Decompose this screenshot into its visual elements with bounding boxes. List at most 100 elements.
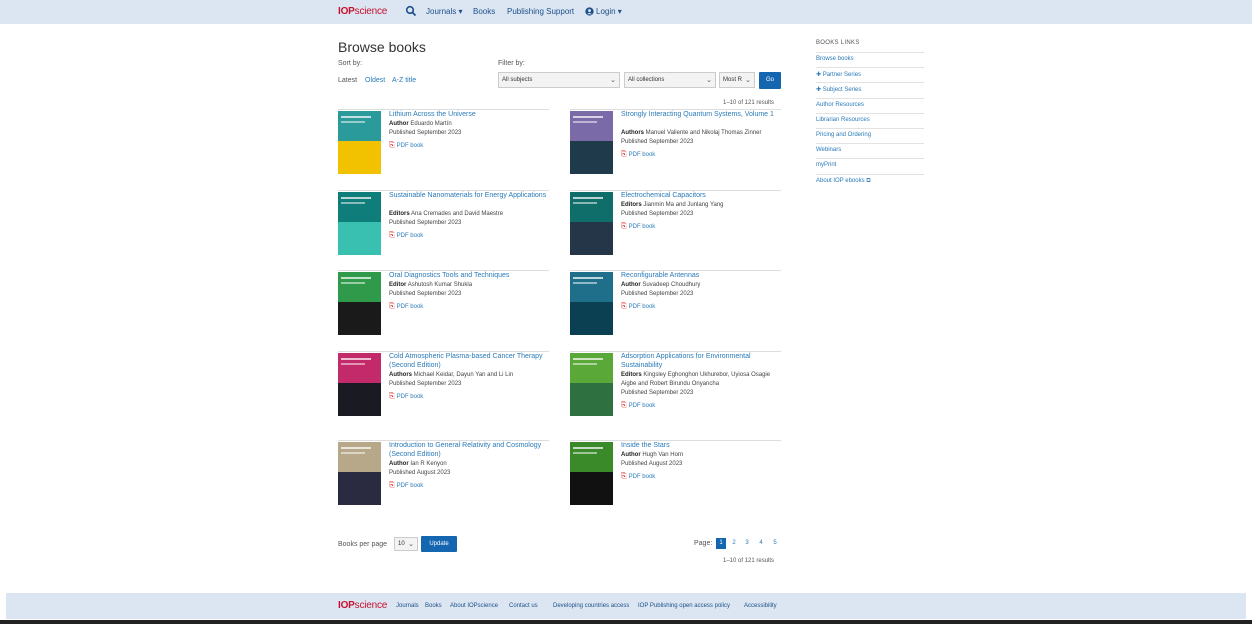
book-card: Strongly Interacting Quantum Systems, Vo…	[570, 109, 781, 189]
go-button[interactable]: Go	[759, 72, 781, 89]
pdf-book-link[interactable]: ⎘ PDF book	[621, 223, 655, 231]
collections-select[interactable]: All collections ⌄	[624, 72, 716, 88]
book-cover[interactable]	[338, 111, 381, 174]
book-contributors: Authors Manuel Valiente and Nikolaj Thom…	[621, 130, 762, 136]
footer-link[interactable]: IOP Publishing open access policy	[638, 603, 730, 609]
page-link-1[interactable]: 1	[716, 538, 726, 549]
book-cover[interactable]	[570, 111, 613, 174]
book-cover[interactable]	[338, 442, 381, 505]
page-link-3[interactable]: 3	[742, 538, 752, 549]
pdf-book-link[interactable]: ⎘ PDF book	[389, 142, 423, 150]
sidebar-link[interactable]: ✚ Subject Series	[816, 82, 924, 97]
search-icon[interactable]	[405, 5, 417, 17]
sidebar-link[interactable]: About IOP ebooks ⧉	[816, 173, 924, 189]
pdf-book-link[interactable]: ⎘ PDF book	[389, 303, 423, 311]
book-title-link[interactable]: Sustainable Nanomaterials for Energy App…	[389, 191, 549, 200]
sidebar-link[interactable]: Author Resources	[816, 97, 924, 113]
book-title-link[interactable]: Strongly Interacting Quantum Systems, Vo…	[621, 110, 781, 119]
update-button[interactable]: Update	[421, 536, 457, 552]
book-cover[interactable]	[338, 192, 381, 255]
top-nav-bar	[0, 0, 1252, 24]
book-contributors: Author Suvadeep Choudhury	[621, 282, 701, 288]
book-cover[interactable]	[570, 272, 613, 335]
pdf-book-link[interactable]: ⎘ PDF book	[621, 151, 655, 159]
results-count-bottom: 1–10 of 121 results	[723, 558, 775, 564]
book-title-link[interactable]: Reconfigurable Antennas	[621, 271, 781, 280]
book-contributors: Author Eduardo Martín	[389, 121, 452, 127]
cover-subtitle-stripe	[341, 202, 365, 204]
footer-link[interactable]: Books	[425, 603, 442, 609]
footer-link[interactable]: Developing countries access	[553, 603, 629, 609]
cover-title-stripe	[341, 277, 371, 279]
book-title-link[interactable]: Oral Diagnostics Tools and Techniques	[389, 271, 549, 280]
order-select[interactable]: Most R ⌄	[719, 72, 755, 88]
cover-subtitle-stripe	[341, 363, 365, 365]
per-page-select[interactable]: 10 ⌄	[394, 537, 418, 551]
book-card: Oral Diagnostics Tools and Techniques Edi…	[338, 270, 549, 350]
sidebar-link[interactable]: Webinars	[816, 143, 924, 158]
footer-link[interactable]: About IOPscience	[450, 603, 498, 609]
cover-subtitle-stripe	[573, 121, 597, 123]
nav-journals[interactable]: Journals ▾	[426, 7, 462, 16]
book-cover[interactable]	[338, 353, 381, 416]
cover-title-stripe	[573, 447, 603, 449]
chevron-down-icon: ⌄	[745, 77, 751, 84]
pdf-book-link[interactable]: ⎘ PDF book	[621, 473, 655, 481]
book-title-link[interactable]: Cold Atmospheric Plasma-based Cancer The…	[389, 352, 549, 370]
filter-label: Filter by:	[498, 60, 525, 67]
pdf-book-link[interactable]: ⎘ PDF book	[621, 303, 655, 311]
sidebar-link[interactable]: myPrint	[816, 158, 924, 173]
pdf-book-link[interactable]: ⎘ PDF book	[389, 482, 423, 490]
book-cover[interactable]	[570, 192, 613, 255]
chevron-down-icon: ⌄	[408, 541, 414, 548]
nav-books[interactable]: Books	[473, 7, 495, 16]
sort-latest[interactable]: Latest	[338, 77, 357, 84]
pdf-icon: ⎘	[621, 402, 627, 409]
pdf-book-link[interactable]: ⎘ PDF book	[389, 232, 423, 240]
sidebar-heading: BOOKS LINKS	[816, 40, 860, 46]
cover-title-stripe	[573, 197, 603, 199]
nav-login[interactable]: Login ▾	[596, 7, 622, 16]
iopscience-logo[interactable]: IOPscience	[338, 6, 387, 17]
sidebar-link[interactable]: Browse books	[816, 52, 924, 67]
book-published-date: Published September 2023	[389, 381, 462, 387]
sidebar-link[interactable]: Pricing and Ordering	[816, 128, 924, 143]
book-title-link[interactable]: Lithium Across the Universe	[389, 110, 549, 119]
cover-title-stripe	[573, 358, 603, 360]
cover-title-stripe	[341, 447, 371, 449]
pdf-book-link[interactable]: ⎘ PDF book	[621, 402, 655, 410]
book-cover[interactable]	[338, 272, 381, 335]
book-title-link[interactable]: Introduction to General Relativity and C…	[389, 441, 549, 459]
book-title-link[interactable]: Inside the Stars	[621, 441, 781, 450]
page-label: Page:	[694, 540, 713, 547]
pdf-icon: ⎘	[389, 393, 395, 400]
cover-art	[338, 472, 381, 505]
footer-logo[interactable]: IOPscience	[338, 600, 387, 611]
page-link-4[interactable]: 4	[756, 538, 766, 549]
user-icon	[585, 7, 594, 16]
book-published-date: Published September 2023	[389, 220, 462, 226]
cover-subtitle-stripe	[341, 452, 365, 454]
sort-oldest[interactable]: Oldest	[365, 77, 385, 84]
cover-title-stripe	[341, 358, 371, 360]
pdf-book-link[interactable]: ⎘ PDF book	[389, 393, 423, 401]
sort-az-title[interactable]: A-Z title	[392, 77, 416, 84]
book-cover[interactable]	[570, 353, 613, 416]
nav-publishing-support[interactable]: Publishing Support	[507, 7, 574, 16]
page-title: Browse books	[338, 39, 426, 55]
subjects-select[interactable]: All subjects ⌄	[498, 72, 620, 88]
footer-link[interactable]: Journals	[396, 603, 419, 609]
page-link-5[interactable]: 5	[770, 538, 780, 549]
book-title-link[interactable]: Adsorption Applications for Environmenta…	[621, 352, 781, 370]
book-title-link[interactable]: Electrochemical Capacitors	[621, 191, 781, 200]
cover-art	[570, 383, 613, 416]
book-cover[interactable]	[570, 442, 613, 505]
footer-link[interactable]: Contact us	[509, 603, 538, 609]
sidebar-link[interactable]: Librarian Resources	[816, 112, 924, 128]
cover-subtitle-stripe	[573, 363, 597, 365]
page-link-2[interactable]: 2	[729, 538, 739, 549]
pdf-icon: ⎘	[621, 151, 627, 158]
pdf-icon: ⎘	[621, 223, 627, 230]
footer-link[interactable]: Accessibility	[744, 603, 777, 609]
sidebar-link[interactable]: ✚ Partner Series	[816, 67, 924, 82]
